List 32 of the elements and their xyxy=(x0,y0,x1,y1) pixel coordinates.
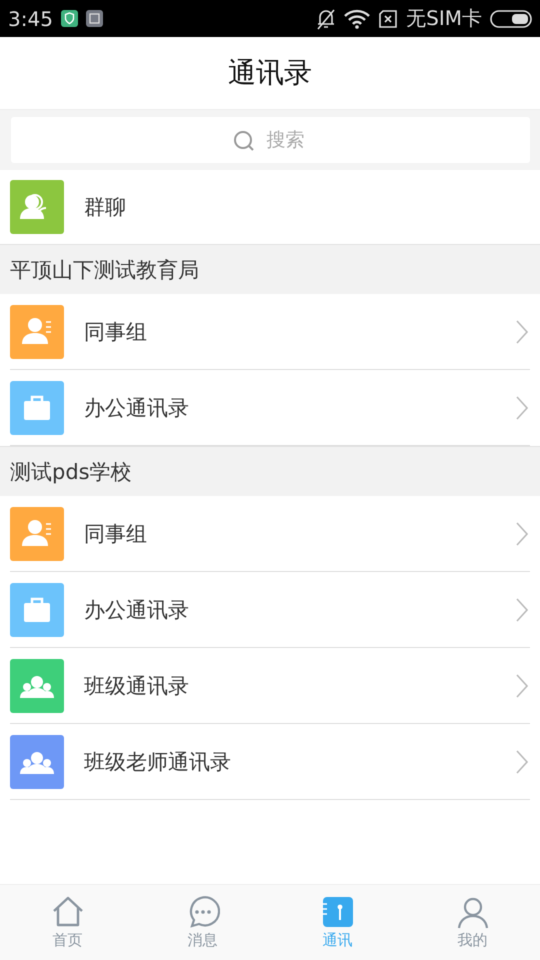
bell-off-icon xyxy=(316,8,336,30)
briefcase-icon xyxy=(10,582,64,636)
app-icon xyxy=(86,10,103,27)
person-icon xyxy=(456,895,490,929)
page-title: 通讯录 xyxy=(228,55,312,91)
contact-list-item[interactable]: 班级老师通讯录 xyxy=(10,724,530,800)
section-title: 平顶山下测试教育局 xyxy=(10,256,199,284)
item-label: 班级通讯录 xyxy=(84,672,190,700)
item-label: 办公通讯录 xyxy=(84,596,190,624)
home-icon xyxy=(50,895,84,929)
search-field[interactable]: 搜索 xyxy=(11,117,530,163)
people-icon xyxy=(10,734,64,788)
notebook-icon xyxy=(320,895,354,929)
group-icon xyxy=(10,180,64,234)
contact-list-item[interactable]: 群聊 xyxy=(10,170,530,244)
item-label: 同事组 xyxy=(84,318,148,346)
search-icon xyxy=(232,129,254,151)
item-label: 办公通讯录 xyxy=(84,394,190,422)
person-card-icon xyxy=(10,304,64,358)
person-card-icon xyxy=(10,506,64,560)
briefcase-icon xyxy=(10,380,64,434)
time: 3:45 xyxy=(8,6,53,30)
people-icon xyxy=(10,658,64,712)
wifi-icon xyxy=(344,8,370,28)
section-title: 测试pds学校 xyxy=(10,458,132,486)
item-label: 班级老师通讯录 xyxy=(84,748,232,776)
carrier-label: 无SIM卡 xyxy=(406,5,482,32)
battery-icon xyxy=(490,10,532,28)
shield-app-icon xyxy=(60,10,78,27)
sim-card-icon xyxy=(378,8,398,28)
item-label: 群聊 xyxy=(84,194,127,221)
item-label: 同事组 xyxy=(84,520,148,548)
